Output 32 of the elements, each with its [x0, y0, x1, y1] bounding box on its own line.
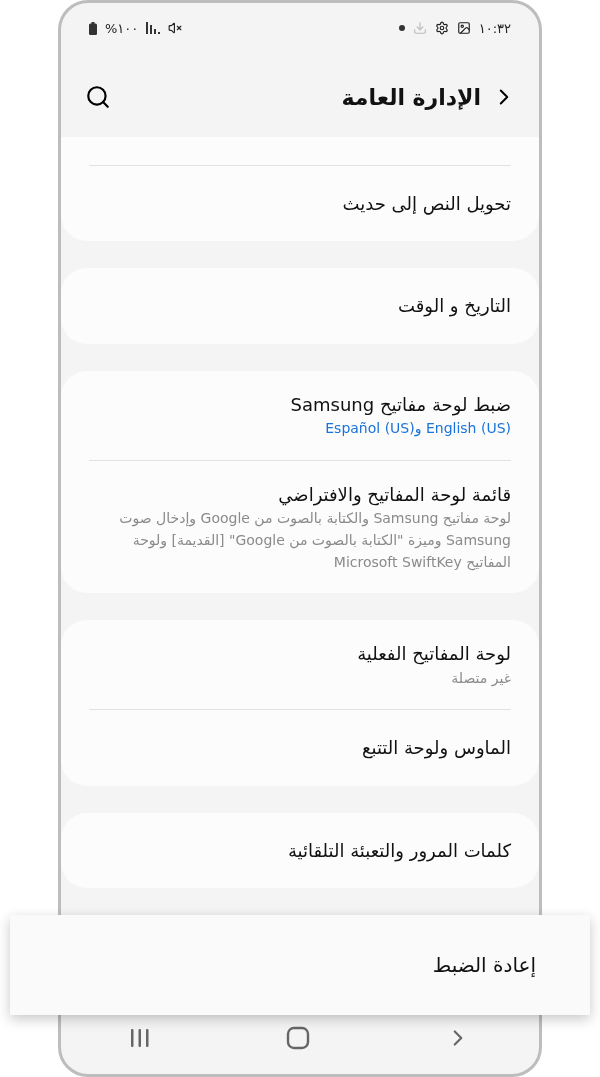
settings-item[interactable]: قائمة لوحة المفاتيح والافتراضي لوحة مفاتيح Samsung والكتابة بالصوت من Google وإدخال صوت Samsung وميزة "الكتابة بالصوت من Google" [القديمة] ولوحة المفاتيح Microsoft SwiftKey [89, 459, 511, 594]
settings-item[interactable]: التاريخ و الوقت [89, 268, 511, 344]
highlighted-item[interactable]: إعادة الضبط [10, 915, 590, 1015]
page-title: الإدارة العامة [341, 84, 481, 110]
signal-icon [146, 22, 161, 34]
item-title: قائمة لوحة المفاتيح والافتراضي [277, 482, 511, 507]
settings-item[interactable]: كلمات المرور والتعبئة التلقائية [89, 812, 511, 889]
battery-percent: %١٠٠ [105, 20, 139, 36]
item-title: ضبط لوحة مفاتيح Samsung [289, 392, 511, 417]
recent-apps-icon[interactable] [128, 1028, 151, 1048]
settings-item[interactable]: تحويل النص إلى حديث [89, 166, 511, 242]
download-icon [412, 21, 427, 35]
settings-item[interactable]: لوحة المفاتيح الفعلية غير متصلة [89, 620, 511, 710]
dot-icon [398, 25, 405, 31]
item-title: لوحة المفاتيح الفعلية [356, 642, 511, 666]
mute-icon [168, 21, 183, 35]
image-icon [456, 21, 471, 35]
settings-item[interactable]: ضبط لوحة مفاتيح Samsung English (US) وEspañol (US) [89, 370, 511, 460]
item-title: تحويل النص إلى حديث [341, 192, 511, 216]
clock: ١٠:٣٢ [478, 20, 511, 36]
settings-icon [434, 21, 449, 35]
item-title: التاريخ و الوقت [397, 294, 511, 318]
item-subtitle: غير متصلة [450, 668, 511, 689]
item-subtitle: English (US) وEspañol (US) [324, 419, 511, 439]
search-icon[interactable] [85, 84, 111, 110]
battery-icon [89, 21, 97, 35]
home-icon[interactable] [286, 1026, 310, 1050]
settings-item[interactable]: الماوس ولوحة التتبع [89, 709, 511, 786]
item-title: كلمات المرور والتعبئة التلقائية [286, 838, 511, 863]
item-title: إعادة الضبط [432, 953, 536, 977]
item-subtitle: لوحة مفاتيح Samsung والكتابة بالصوت من Google وإدخال صوت Samsung وميزة "الكتابة بالصوت من Google" [القديمة] ولوحة المفاتيح Microsoft SwiftKey [118, 509, 511, 573]
item-title: الماوس ولوحة التتبع [360, 736, 511, 760]
